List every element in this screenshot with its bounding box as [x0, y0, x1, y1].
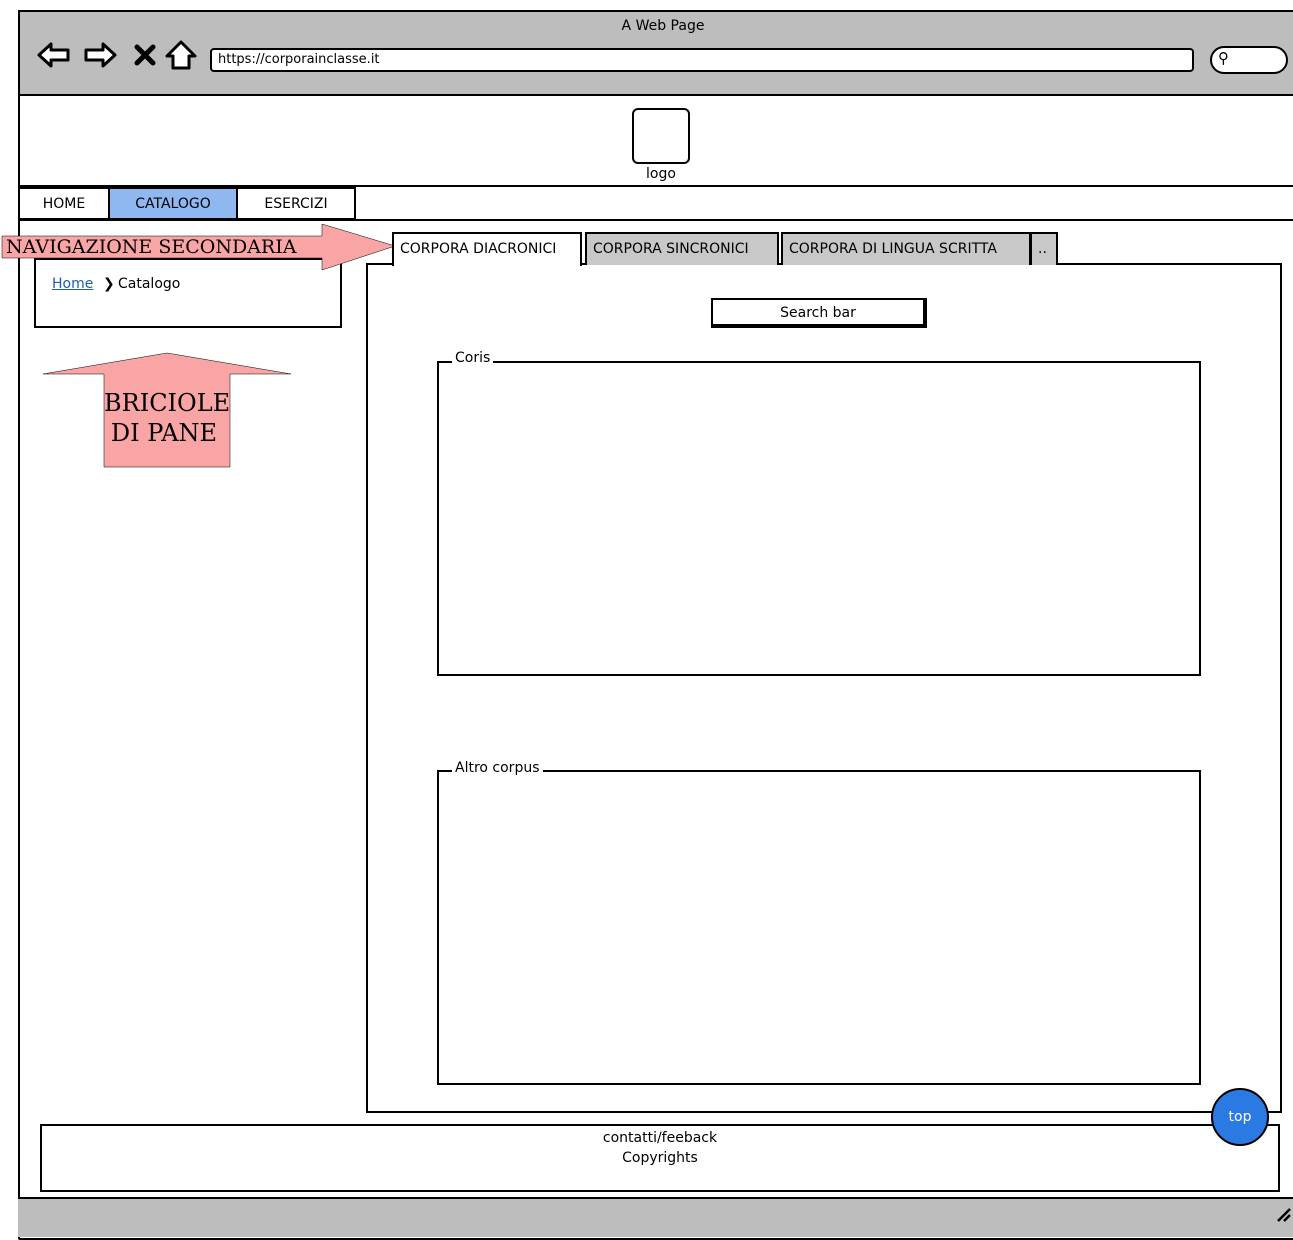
- logo-label: logo: [646, 166, 676, 182]
- url-bar[interactable]: https://corporainclasse.it: [210, 48, 1194, 72]
- close-icon[interactable]: [132, 38, 158, 72]
- browser-status-bar: [18, 1197, 1293, 1237]
- subtab-more[interactable]: ..: [1030, 232, 1058, 265]
- breadcrumb-separator-icon: ❯: [103, 276, 115, 292]
- nav-tab-esercizi[interactable]: ESERCIZI: [236, 187, 356, 220]
- search-icon: ⚲: [1218, 49, 1229, 67]
- nav-tab-home[interactable]: HOME: [18, 187, 110, 220]
- footer-copyright: Copyrights: [622, 1150, 698, 1166]
- home-icon[interactable]: [164, 38, 198, 72]
- section-coris-legend: Coris: [452, 350, 494, 366]
- nav-tab-catalogo[interactable]: CATALOGO: [108, 187, 238, 220]
- section-altro-corpus-legend: Altro corpus: [452, 760, 543, 776]
- subtab-corpora-lingua-scritta[interactable]: CORPORA DI LINGUA SCRITTA: [781, 232, 1031, 265]
- window-title: A Web Page: [621, 18, 705, 34]
- section-coris: [437, 361, 1201, 676]
- back-icon[interactable]: [36, 38, 72, 72]
- forward-icon[interactable]: [82, 38, 118, 72]
- logo-placeholder: [632, 108, 690, 164]
- breadcrumb-annotation-label: BRICIOLE DI PANE: [104, 388, 231, 448]
- breadcrumb-annotation-line2: DI PANE: [110, 419, 218, 447]
- subtab-corpora-diacronici[interactable]: CORPORA DIACRONICI: [392, 232, 582, 266]
- breadcrumb-annotation-line1: BRICIOLE: [104, 389, 231, 417]
- section-altro-corpus: [437, 770, 1201, 1085]
- resize-icon[interactable]: [1272, 1203, 1292, 1228]
- search-bar[interactable]: Search bar: [711, 298, 927, 328]
- back-to-top-button[interactable]: top: [1211, 1088, 1269, 1146]
- breadcrumb-current: Catalogo: [118, 276, 181, 292]
- subtab-corpora-sincronici[interactable]: CORPORA SINCRONICI: [585, 232, 779, 265]
- breadcrumb-home-link[interactable]: Home: [52, 276, 93, 292]
- browser-search-field[interactable]: ⚲: [1210, 46, 1288, 74]
- navigation-annotation-label: NAVIGAZIONE SECONDARIA: [6, 236, 297, 258]
- footer-contacts-link[interactable]: contatti/feeback: [40, 1130, 1280, 1146]
